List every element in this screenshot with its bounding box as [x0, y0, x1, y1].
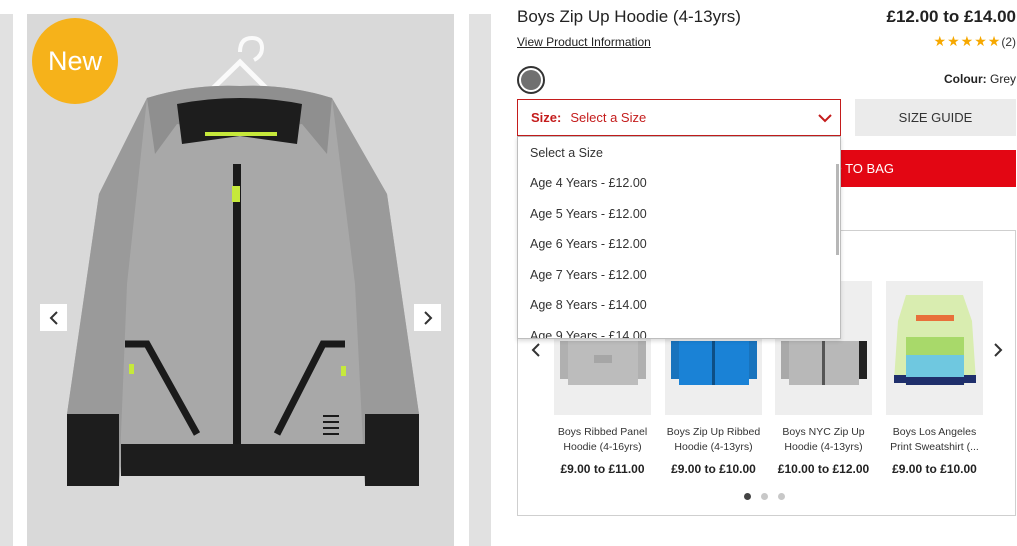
recommendation-card[interactable]: Boys Los Angeles Print Sweatshirt (... £…: [886, 281, 983, 476]
recommendation-name: Boys Ribbed Panel Hoodie (4-16yrs): [557, 426, 648, 453]
dropdown-scrollbar[interactable]: [836, 164, 839, 255]
sweatshirt-thumbnail-image: [886, 281, 983, 415]
size-option[interactable]: Age 8 Years - £14.00: [518, 290, 840, 321]
recommendation-price: £9.00 to £11.00: [560, 462, 645, 476]
recommendation-name: Boys NYC Zip Up Hoodie (4-13yrs): [782, 426, 865, 453]
star-icon: ★: [987, 33, 1001, 49]
size-option[interactable]: Age 6 Years - £12.00: [518, 229, 840, 260]
recommendation-name: Boys Zip Up Ribbed Hoodie (4-13yrs): [666, 426, 761, 453]
recommendation-name: Boys Los Angeles Print Sweatshirt (...: [890, 426, 979, 453]
colour-swatch-grey[interactable]: [517, 66, 545, 94]
size-option[interactable]: Age 5 Years - £12.00: [518, 199, 840, 230]
product-thumbnail: [886, 281, 983, 415]
carousel-dot[interactable]: [778, 493, 785, 500]
product-image-gallery[interactable]: New: [27, 14, 454, 546]
star-icon: ★: [974, 33, 987, 49]
product-rating[interactable]: ★ ★ ★ ★ ★ (2): [934, 33, 1016, 50]
swatch-fill: [521, 70, 541, 90]
star-icon: ★: [947, 33, 960, 49]
recommendation-price: £9.00 to £10.00: [892, 462, 977, 476]
size-label: Size:: [531, 110, 562, 125]
chevron-right-icon[interactable]: [992, 343, 1004, 357]
chevron-down-icon: [818, 114, 832, 123]
size-selected-value: Select a Size: [570, 110, 647, 125]
rating-count: (2): [1001, 34, 1016, 49]
colour-indicator: Colour: Grey: [944, 72, 1016, 86]
gallery-next-button[interactable]: [414, 304, 441, 331]
star-icon: ★: [933, 33, 947, 49]
carousel-pagination: [744, 493, 785, 500]
product-page: New Boys Zip Up Hoodie (4-13yrs) £12.00 …: [0, 0, 1017, 546]
size-option[interactable]: Age 9 Years - £14.00: [518, 321, 840, 338]
chevron-left-icon: [49, 310, 58, 325]
recommendation-price: £10.00 to £12.00: [777, 462, 870, 476]
chevron-right-icon: [423, 310, 432, 325]
recommendation-price: £9.00 to £10.00: [671, 462, 756, 476]
size-option[interactable]: Age 7 Years - £12.00: [518, 260, 840, 291]
product-price: £12.00 to £14.00: [886, 7, 1016, 26]
star-icon: ★: [960, 33, 974, 49]
view-product-information-link[interactable]: View Product Information: [517, 35, 651, 49]
colour-label: Colour:: [943, 72, 987, 86]
product-title: Boys Zip Up Hoodie (4-13yrs): [517, 7, 741, 26]
chevron-left-icon[interactable]: [530, 343, 542, 357]
size-guide-button[interactable]: SIZE GUIDE: [855, 99, 1016, 136]
carousel-dot[interactable]: [744, 493, 751, 500]
size-option[interactable]: Select a Size: [518, 137, 840, 168]
carousel-dot[interactable]: [761, 493, 768, 500]
size-option[interactable]: Age 4 Years - £12.00: [518, 168, 840, 199]
new-badge: New: [32, 18, 118, 104]
size-dropdown-list[interactable]: Select a Size Age 4 Years - £12.00 Age 5…: [517, 136, 841, 339]
gallery-next-image-peek[interactable]: [469, 14, 491, 546]
gallery-prev-button[interactable]: [40, 304, 67, 331]
gallery-prev-image-peek[interactable]: [0, 14, 13, 546]
colour-value: Grey: [989, 72, 1016, 86]
size-select[interactable]: Size: Select a Size: [517, 99, 841, 136]
